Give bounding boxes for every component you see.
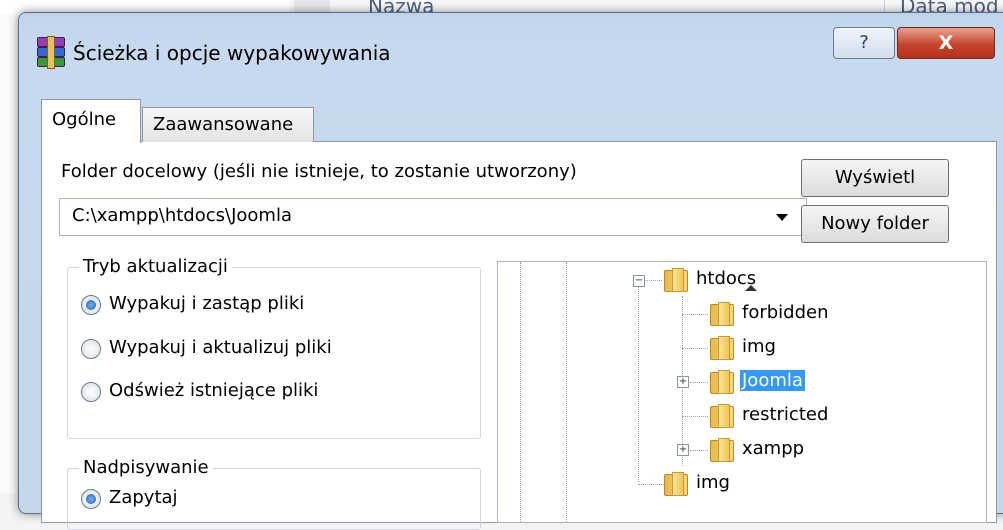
tree-connector [638, 484, 664, 485]
overwrite-title: Nadpisywanie [79, 457, 213, 478]
tree-node-label[interactable]: img [694, 472, 732, 493]
destination-path-combobox[interactable]: C:\xampp\htdocs\Joomla [59, 198, 807, 236]
tree-guide-line [520, 262, 521, 522]
folder-tree[interactable]: − htdocs forbidden img + Joomla restrict… [497, 261, 987, 523]
radio-button-checked[interactable] [81, 295, 101, 315]
tree-connector [682, 348, 708, 349]
folder-icon [664, 268, 688, 292]
destination-path-value[interactable]: C:\xampp\htdocs\Joomla [72, 205, 292, 226]
tree-connector [682, 314, 708, 315]
collapse-icon[interactable]: − [633, 275, 645, 287]
tree-node-label[interactable]: img [740, 336, 778, 357]
radio-ask-label[interactable]: Zapytaj [109, 487, 178, 508]
folder-icon [710, 302, 734, 326]
winrar-icon [35, 36, 65, 69]
dialog-title: Ścieżka i opcje wypakowywania [73, 41, 391, 65]
extract-dialog: Ścieżka i opcje wypakowywania ? X Ogólne… [18, 12, 1003, 530]
folder-icon [710, 370, 734, 394]
tree-connector [690, 382, 708, 383]
tree-node-label-selected[interactable]: Joomla [740, 370, 805, 391]
folder-icon [710, 404, 734, 428]
scroll-up-icon[interactable] [745, 285, 757, 291]
tab-advanced[interactable]: Zaawansowane [142, 107, 314, 142]
tab-general[interactable]: Ogólne [41, 99, 141, 143]
radio-button-checked[interactable] [81, 489, 101, 509]
folder-icon [664, 472, 688, 496]
radio-button[interactable] [81, 339, 101, 359]
folder-icon [710, 438, 734, 462]
tree-node-label[interactable]: forbidden [740, 302, 831, 323]
show-button[interactable]: Wyświetl [801, 159, 949, 197]
update-mode-title: Tryb aktualizacji [79, 256, 232, 277]
tree-guide-line [638, 282, 639, 482]
help-button[interactable]: ? [833, 27, 895, 59]
radio-refresh-existing-label[interactable]: Odśwież istniejące pliki [109, 380, 318, 401]
close-button[interactable]: X [897, 27, 995, 59]
chevron-down-icon[interactable] [776, 214, 788, 221]
tree-node-label[interactable]: restricted [740, 404, 830, 425]
tree-connector [690, 450, 708, 451]
destination-folder-label: Folder docelowy (jeśli nie istnieje, to … [61, 161, 577, 182]
new-folder-button[interactable]: Nowy folder [801, 205, 949, 243]
folder-icon [710, 336, 734, 360]
background-left-strip [0, 14, 18, 493]
expand-icon[interactable]: + [677, 376, 689, 388]
dialog-titlebar[interactable]: Ścieżka i opcje wypakowywania ? X [19, 13, 1003, 79]
radio-button[interactable] [81, 382, 101, 402]
tree-guide-line [566, 262, 567, 522]
tree-connector [644, 280, 662, 281]
tree-node-label[interactable]: xampp [740, 438, 806, 459]
tree-connector [682, 416, 708, 417]
expand-icon[interactable]: + [677, 444, 689, 456]
radio-extract-replace-label[interactable]: Wypakuj i zastąp pliki [109, 293, 304, 314]
radio-extract-update-label[interactable]: Wypakuj i aktualizuj pliki [109, 337, 332, 358]
